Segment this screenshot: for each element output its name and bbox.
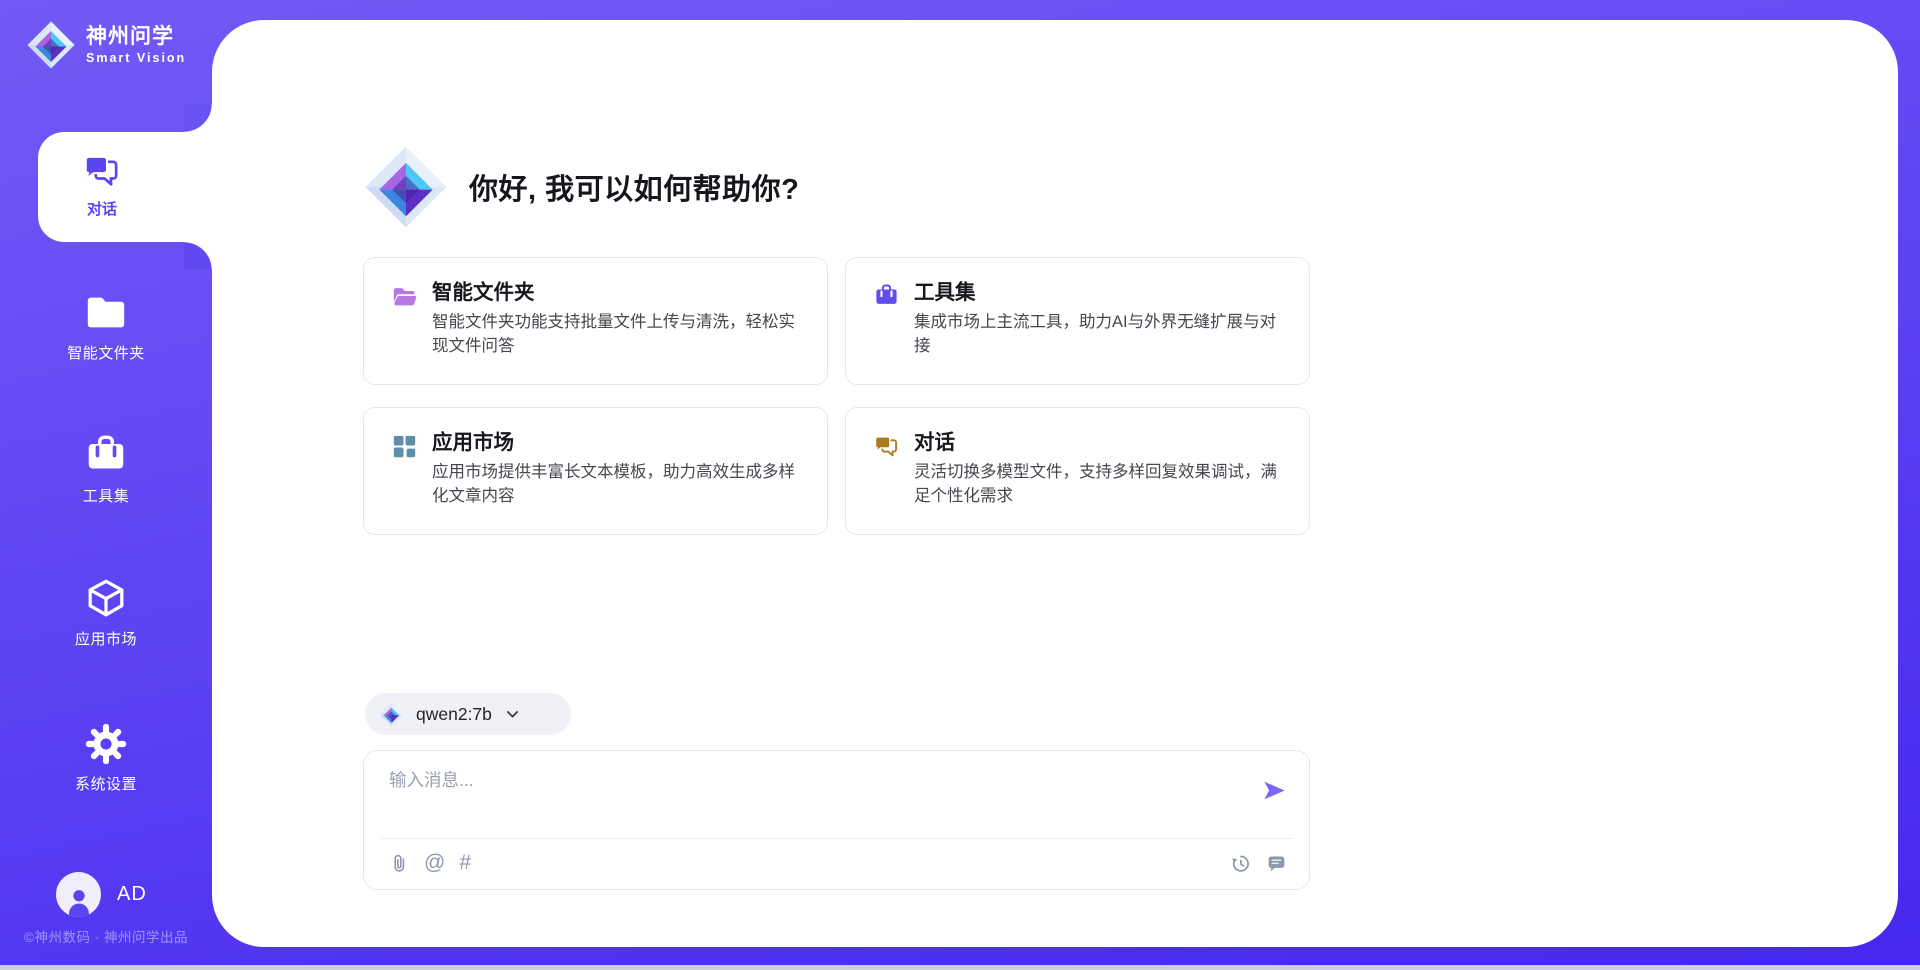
sidebar-item-label: 系统设置 <box>75 773 137 794</box>
card-title: 工具集 <box>914 275 976 305</box>
paperclip-icon <box>389 853 410 874</box>
send-icon <box>1261 777 1288 804</box>
chat-bubbles-icon <box>82 151 122 191</box>
model-name: qwen2:7b <box>416 704 492 725</box>
sidebar: 神州问学 Smart Vision 对话 智能文件夹 工具集 应用市场 <box>0 0 212 970</box>
card-title: 智能文件夹 <box>432 275 535 305</box>
feature-cards: 智能文件夹 智能文件夹功能支持批量文件上传与清洗，轻松实现文件问答 工具集 集成… <box>363 257 1310 535</box>
sidebar-item-smart-folder[interactable]: 智能文件夹 <box>0 290 212 363</box>
cube-icon <box>83 576 129 622</box>
sidebar-item-app-market[interactable]: 应用市场 <box>0 576 212 649</box>
active-tab-content[interactable]: 对话 <box>38 132 212 242</box>
active-tab-top-fillet <box>184 104 212 132</box>
history-button[interactable] <box>1230 849 1251 877</box>
message-composer: @ # <box>363 750 1310 890</box>
active-tab-bottom-fillet <box>184 242 212 270</box>
user-initials: AD <box>117 883 147 906</box>
chat-bubbles-icon <box>873 433 900 460</box>
sidebar-item-settings[interactable]: 系统设置 <box>0 721 212 794</box>
folder-open-icon <box>391 283 418 310</box>
composer-toolbar: @ # <box>389 847 1287 879</box>
card-app-market[interactable]: 应用市场 应用市场提供丰富长文本模板，助力高效生成多样化文章内容 <box>363 407 828 535</box>
mention-button[interactable]: @ <box>424 849 445 877</box>
user-account[interactable]: AD <box>56 872 147 917</box>
brand-logo-block: 神州问学 Smart Vision <box>26 20 186 70</box>
brand-subtitle: Smart Vision <box>86 50 186 66</box>
folder-icon <box>83 290 129 336</box>
message-input[interactable] <box>389 763 1239 797</box>
model-diamond-icon <box>379 702 404 727</box>
gear-icon <box>83 721 129 767</box>
card-chat[interactable]: 对话 灵活切换多模型文件，支持多样回复效果调试，满足个性化需求 <box>845 407 1310 535</box>
sidebar-item-label: 工具集 <box>83 485 130 506</box>
card-smart-folder[interactable]: 智能文件夹 智能文件夹功能支持批量文件上传与清洗，轻松实现文件问答 <box>363 257 828 385</box>
card-description: 智能文件夹功能支持批量文件上传与清洗，轻松实现文件问答 <box>432 311 802 358</box>
brand-text: 神州问学 Smart Vision <box>86 24 186 66</box>
card-toolset[interactable]: 工具集 集成市场上主流工具，助力AI与外界无缝扩展与对接 <box>845 257 1310 385</box>
toolbar-right-group <box>1230 849 1287 877</box>
window-bottom-edge <box>0 965 1920 970</box>
copyright-text: ©神州数码 · 神州问学出品 <box>0 926 212 946</box>
avatar <box>56 872 101 917</box>
card-description: 应用市场提供丰富长文本模板，助力高效生成多样化文章内容 <box>432 461 802 508</box>
sidebar-item-chat-active[interactable]: 对话 <box>38 132 212 242</box>
card-description: 集成市场上主流工具，助力AI与外界无缝扩展与对接 <box>914 311 1284 358</box>
sidebar-item-toolset[interactable]: 工具集 <box>0 433 212 506</box>
brand-diamond-icon <box>26 20 76 70</box>
card-title: 对话 <box>914 425 955 455</box>
toolbox-icon <box>83 433 129 479</box>
conversation-button[interactable] <box>1266 849 1287 877</box>
brand-name: 神州问学 <box>86 24 186 50</box>
greeting-diamond-icon <box>363 144 449 230</box>
hashtag-button[interactable]: # <box>459 849 471 877</box>
history-icon <box>1230 853 1251 874</box>
attach-file-button[interactable] <box>389 849 410 877</box>
sidebar-item-label: 应用市场 <box>75 628 137 649</box>
sidebar-item-label: 智能文件夹 <box>67 342 145 363</box>
app-window: 神州问学 Smart Vision 对话 智能文件夹 工具集 应用市场 <box>0 0 1920 970</box>
card-description: 灵活切换多模型文件，支持多样回复效果调试，满足个性化需求 <box>914 461 1284 508</box>
comment-bubble-icon <box>1266 853 1287 874</box>
card-title: 应用市场 <box>432 425 514 455</box>
composer-divider <box>380 838 1293 839</box>
app-grid-icon <box>391 433 418 460</box>
send-button[interactable] <box>1261 777 1288 804</box>
greeting-block: 你好, 我可以如何帮助你? <box>363 143 799 231</box>
person-icon <box>62 883 96 917</box>
sidebar-item-label: 对话 <box>87 198 117 219</box>
toolbox-icon <box>873 283 900 310</box>
greeting-title: 你好, 我可以如何帮助你? <box>469 166 799 208</box>
model-selector[interactable]: qwen2:7b <box>365 693 571 735</box>
chevron-down-icon <box>504 706 521 723</box>
